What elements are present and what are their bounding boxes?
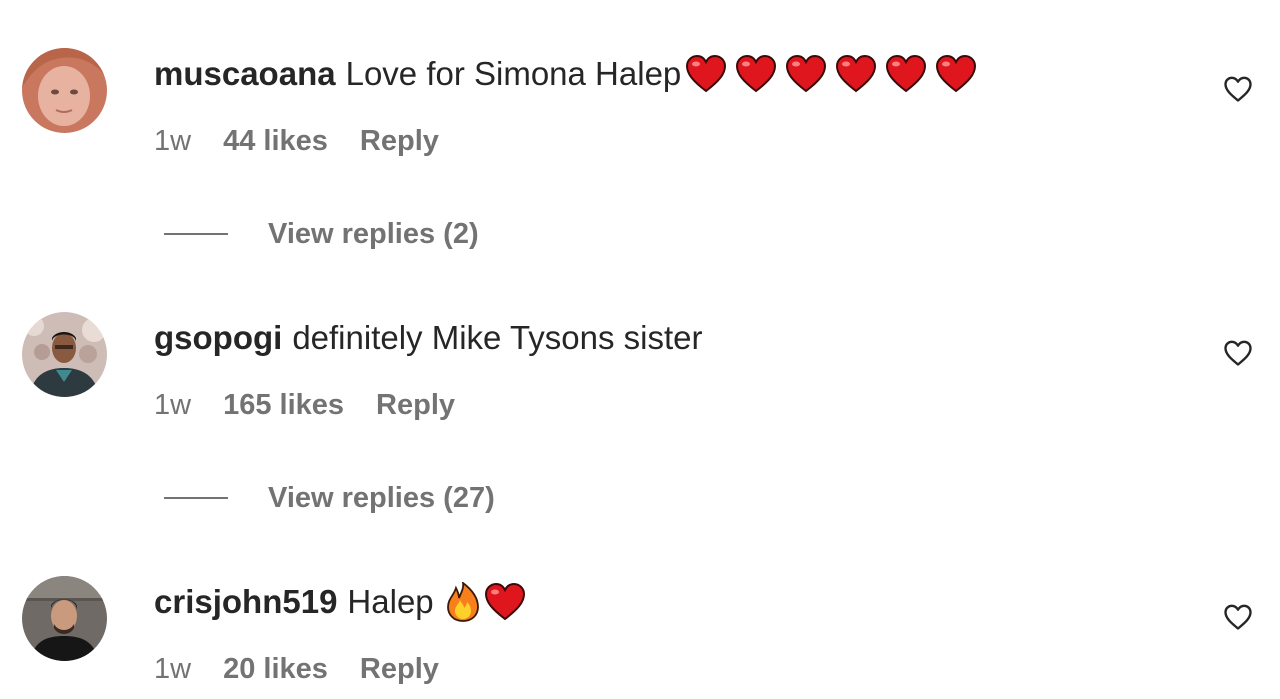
replies-divider — [164, 497, 228, 499]
timestamp: 1w — [154, 389, 192, 421]
view-replies-button[interactable]: View replies (2) — [164, 217, 479, 251]
username-link[interactable]: gsopogi — [154, 318, 282, 358]
avatar[interactable] — [22, 312, 107, 397]
comment-meta: 1w 44 likes Reply — [154, 124, 439, 158]
username-link[interactable]: muscaoana — [154, 54, 336, 94]
red-heart-icon — [685, 55, 727, 93]
replies-divider — [164, 233, 228, 235]
red-heart-icon — [885, 55, 927, 93]
comment-meta: 1w 20 likes Reply — [154, 652, 439, 686]
heart-outline-icon — [1224, 340, 1252, 366]
likes-count[interactable]: 44 likes — [223, 124, 328, 158]
reply-button[interactable]: Reply — [376, 388, 455, 422]
view-replies-button[interactable]: View replies (27) — [164, 481, 495, 515]
heart-outline-icon — [1224, 76, 1252, 102]
comment-item: muscaoana Love for Simona Halep 1w 44 li… — [0, 0, 1280, 157]
timestamp: 1w — [154, 125, 192, 157]
comment-text: Love for Simona Halep — [345, 55, 682, 92]
comment-thread: muscaoana Love for Simona Halep 1w 44 li… — [0, 0, 1280, 699]
comment-body: muscaoana Love for Simona Halep — [154, 54, 985, 94]
red-heart-icon — [785, 55, 827, 93]
comment-meta: 1w 165 likes Reply — [154, 388, 455, 422]
comment-text: Halep — [347, 583, 434, 620]
comment-body: gsopogi definitely Mike Tysons sister — [154, 318, 703, 358]
like-button[interactable] — [1222, 601, 1254, 633]
view-replies-label: View replies (27) — [268, 482, 495, 514]
emoji-group — [446, 582, 534, 622]
timestamp: 1w — [154, 653, 192, 685]
red-heart-icon — [484, 583, 526, 621]
likes-count[interactable]: 20 likes — [223, 652, 328, 686]
username-link[interactable]: crisjohn519 — [154, 582, 337, 622]
heart-outline-icon — [1224, 604, 1252, 630]
comment-body: crisjohn519 Halep — [154, 582, 534, 622]
comment-text: definitely Mike Tysons sister — [292, 319, 703, 356]
red-heart-icon — [935, 55, 977, 93]
like-button[interactable] — [1222, 73, 1254, 105]
likes-count[interactable]: 165 likes — [223, 388, 344, 422]
avatar[interactable] — [22, 48, 107, 133]
comment-item: crisjohn519 Halep 1w 20 likes Reply — [0, 528, 1280, 685]
reply-button[interactable]: Reply — [360, 652, 439, 686]
avatar[interactable] — [22, 576, 107, 661]
red-heart-icon — [735, 55, 777, 93]
red-heart-icon — [835, 55, 877, 93]
like-button[interactable] — [1222, 337, 1254, 369]
comment-item: gsopogi definitely Mike Tysons sister 1w… — [0, 264, 1280, 421]
emoji-group — [685, 55, 985, 93]
view-replies-label: View replies (2) — [268, 218, 479, 250]
fire-icon — [446, 582, 480, 622]
reply-button[interactable]: Reply — [360, 124, 439, 158]
